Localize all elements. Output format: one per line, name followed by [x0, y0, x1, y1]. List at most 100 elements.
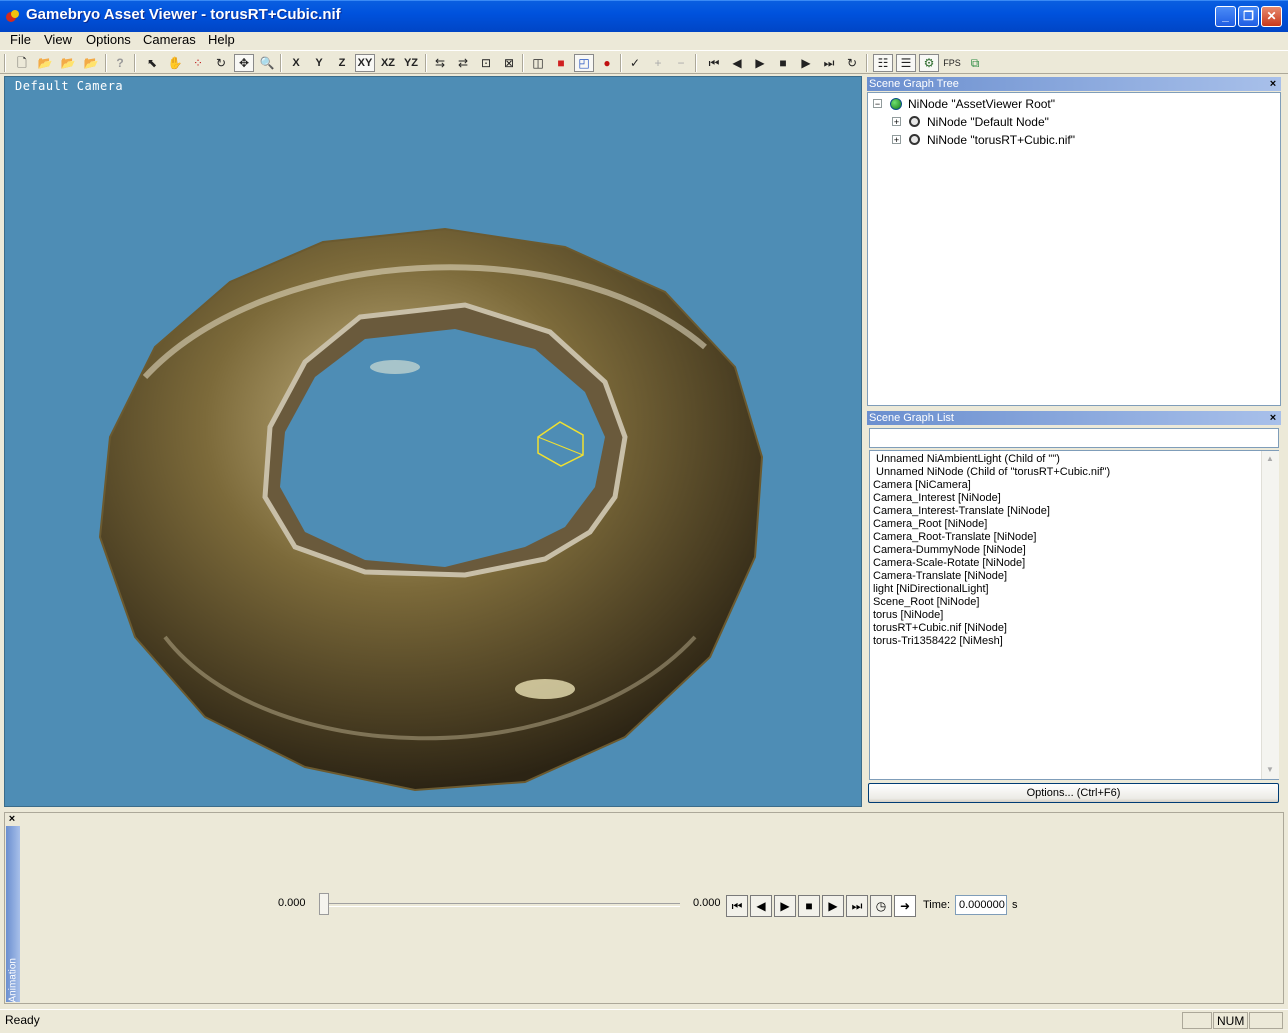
scene-graph-list[interactable]: Unnamed NiAmbientLight (Child of "") Unn… [869, 450, 1279, 780]
plane-xz-button[interactable]: XZ [378, 54, 398, 72]
timeline-slider-thumb[interactable] [319, 893, 329, 915]
status-scroll [1249, 1012, 1283, 1029]
step-back-icon[interactable]: ◀︎ [727, 54, 747, 72]
expand-icon[interactable]: + [892, 117, 901, 127]
list-close-icon[interactable]: × [1267, 412, 1279, 424]
prev-view-icon[interactable]: ⇆ [430, 54, 450, 72]
last-frame-icon[interactable]: ⏭ [819, 54, 839, 72]
status-caps [1182, 1012, 1212, 1029]
step-forward-icon[interactable]: ▶︎ [796, 54, 816, 72]
axis-y-button[interactable]: Y [309, 54, 329, 72]
open-folder-icon[interactable]: 📂 [58, 54, 78, 72]
list-item[interactable]: Camera-DummyNode [NiNode] [870, 544, 1278, 557]
list-item[interactable]: Camera_Root-Translate [NiNode] [870, 531, 1278, 544]
animation-panel-icon[interactable]: ⚙ [919, 54, 939, 72]
open-file-icon[interactable]: 📂 [35, 54, 55, 72]
timeline-slider-track[interactable] [325, 903, 680, 907]
scene-graph-tree[interactable]: − NiNode "AssetViewer Root" + NiNode "De… [867, 92, 1281, 406]
list-item[interactable]: Camera-Scale-Rotate [NiNode] [870, 557, 1278, 570]
next-view-icon[interactable]: ⇄ [453, 54, 473, 72]
time-input[interactable]: 0.000000 [955, 895, 1007, 915]
stop-icon[interactable]: ■ [773, 54, 793, 72]
collapse-icon[interactable]: − [873, 99, 882, 109]
play-button[interactable]: ▶︎ [774, 895, 796, 917]
menu-help[interactable]: Help [204, 32, 239, 50]
render-sphere-icon[interactable]: ● [597, 54, 617, 72]
tree-node-label: NiNode "torusRT+Cubic.nif" [927, 133, 1076, 147]
fps-icon[interactable]: FPS [942, 54, 962, 72]
animation-close-icon[interactable]: × [6, 813, 18, 825]
options-button[interactable]: Options... (Ctrl+F6) [868, 783, 1279, 803]
zoom-extents-icon[interactable]: ⊠ [499, 54, 519, 72]
solid-cube-icon[interactable]: ■ [551, 54, 571, 72]
menu-view[interactable]: View [40, 32, 76, 50]
new-file-icon[interactable]: 🗋 [12, 54, 32, 72]
menu-options[interactable]: Options [82, 32, 135, 50]
scene-graph-list-title: Scene Graph List [867, 411, 1281, 425]
minimize-button[interactable]: _ [1215, 6, 1236, 27]
step-forward-button[interactable]: ▶︎ [822, 895, 844, 917]
plane-yz-button[interactable]: YZ [401, 54, 421, 72]
list-item[interactable]: Camera_Root [NiNode] [870, 518, 1278, 531]
scroll-up-icon[interactable]: ▲ [1263, 452, 1277, 466]
select-arrow-icon[interactable]: ⬉ [142, 54, 162, 72]
list-item[interactable]: Camera_Interest-Translate [NiNode] [870, 505, 1278, 518]
select-points-icon[interactable]: ⁘ [188, 54, 208, 72]
scroll-down-icon[interactable]: ▼ [1263, 763, 1277, 777]
toolbar-separator [105, 54, 107, 72]
loop-icon[interactable]: ↻ [842, 54, 862, 72]
list-item[interactable]: Scene_Root [NiNode] [870, 596, 1278, 609]
scene-list-icon[interactable]: ☰ [896, 54, 916, 72]
arrow-right-icon[interactable]: ➜ [894, 895, 916, 917]
lod-check-icon[interactable]: ✓ [625, 54, 645, 72]
fit-view-icon[interactable]: ⊡ [476, 54, 496, 72]
list-item[interactable]: light [NiDirectionalLight] [870, 583, 1278, 596]
list-item[interactable]: torus-Tri1358422 [NiMesh] [870, 635, 1278, 648]
list-scrollbar[interactable]: ▲ ▼ [1261, 451, 1279, 779]
open-recent-icon[interactable]: 📂 [81, 54, 101, 72]
toolbar-separator [425, 54, 427, 72]
list-item[interactable]: Unnamed NiAmbientLight (Child of "") [870, 453, 1278, 466]
bounds-cube-icon[interactable]: ◰ [574, 54, 594, 72]
list-item[interactable]: Camera [NiCamera] [870, 479, 1278, 492]
menu-cameras[interactable]: Cameras [139, 32, 200, 50]
list-item[interactable]: torus [NiNode] [870, 609, 1278, 622]
animation-tab[interactable]: Animation [6, 826, 20, 1003]
move-icon[interactable]: ✥ [234, 54, 254, 72]
list-item[interactable]: Camera-Translate [NiNode] [870, 570, 1278, 583]
close-button[interactable]: ✕ [1261, 6, 1282, 27]
scene-list-filter-input[interactable] [869, 428, 1279, 448]
status-num: NUM [1213, 1012, 1248, 1029]
stop-button[interactable]: ■ [798, 895, 820, 917]
list-item[interactable]: Unnamed NiNode (Child of "torusRT+Cubic.… [870, 466, 1278, 479]
dock-icon[interactable]: ⧉ [965, 54, 985, 72]
wireframe-cube-icon[interactable]: ◫ [528, 54, 548, 72]
list-item[interactable]: torusRT+Cubic.nif [NiNode] [870, 622, 1278, 635]
help-icon[interactable]: ? [110, 54, 130, 72]
play-icon[interactable]: ▶︎ [750, 54, 770, 72]
step-back-button[interactable]: ◀︎ [750, 895, 772, 917]
goto-start-button[interactable]: ⏮ [726, 895, 748, 917]
first-frame-icon[interactable]: ⏮ [704, 54, 724, 72]
list-item[interactable]: Camera_Interest [NiNode] [870, 492, 1278, 505]
menu-bar: File View Options Cameras Help [0, 32, 1288, 50]
axis-z-button[interactable]: Z [332, 54, 352, 72]
rotate-icon[interactable]: ↻ [211, 54, 231, 72]
toolbar-separator [522, 54, 524, 72]
render-viewport[interactable]: Default Camera [4, 76, 862, 807]
tree-close-icon[interactable]: × [1267, 78, 1279, 90]
expand-icon[interactable]: + [892, 135, 901, 145]
animation-panel [4, 812, 1284, 1004]
toolbar: 🗋 📂 📂 📂 ? ⬉ ✋ ⁘ ↻ ✥ 🔍 X Y Z XY XZ YZ ⇆ ⇄… [0, 50, 1288, 74]
plane-xy-button[interactable]: XY [355, 54, 375, 72]
scene-tree-icon[interactable]: ☷ [873, 54, 893, 72]
maximize-button[interactable]: ❐ [1238, 6, 1259, 27]
pan-hand-icon[interactable]: ✋ [165, 54, 185, 72]
animation-start-value: 0.000 [278, 897, 306, 909]
status-text: Ready [5, 1013, 40, 1027]
goto-end-button[interactable]: ⏭ [846, 895, 868, 917]
axis-x-button[interactable]: X [286, 54, 306, 72]
zoom-icon[interactable]: 🔍 [257, 54, 277, 72]
menu-file[interactable]: File [6, 32, 35, 50]
clock-icon[interactable]: ◷ [870, 895, 892, 917]
